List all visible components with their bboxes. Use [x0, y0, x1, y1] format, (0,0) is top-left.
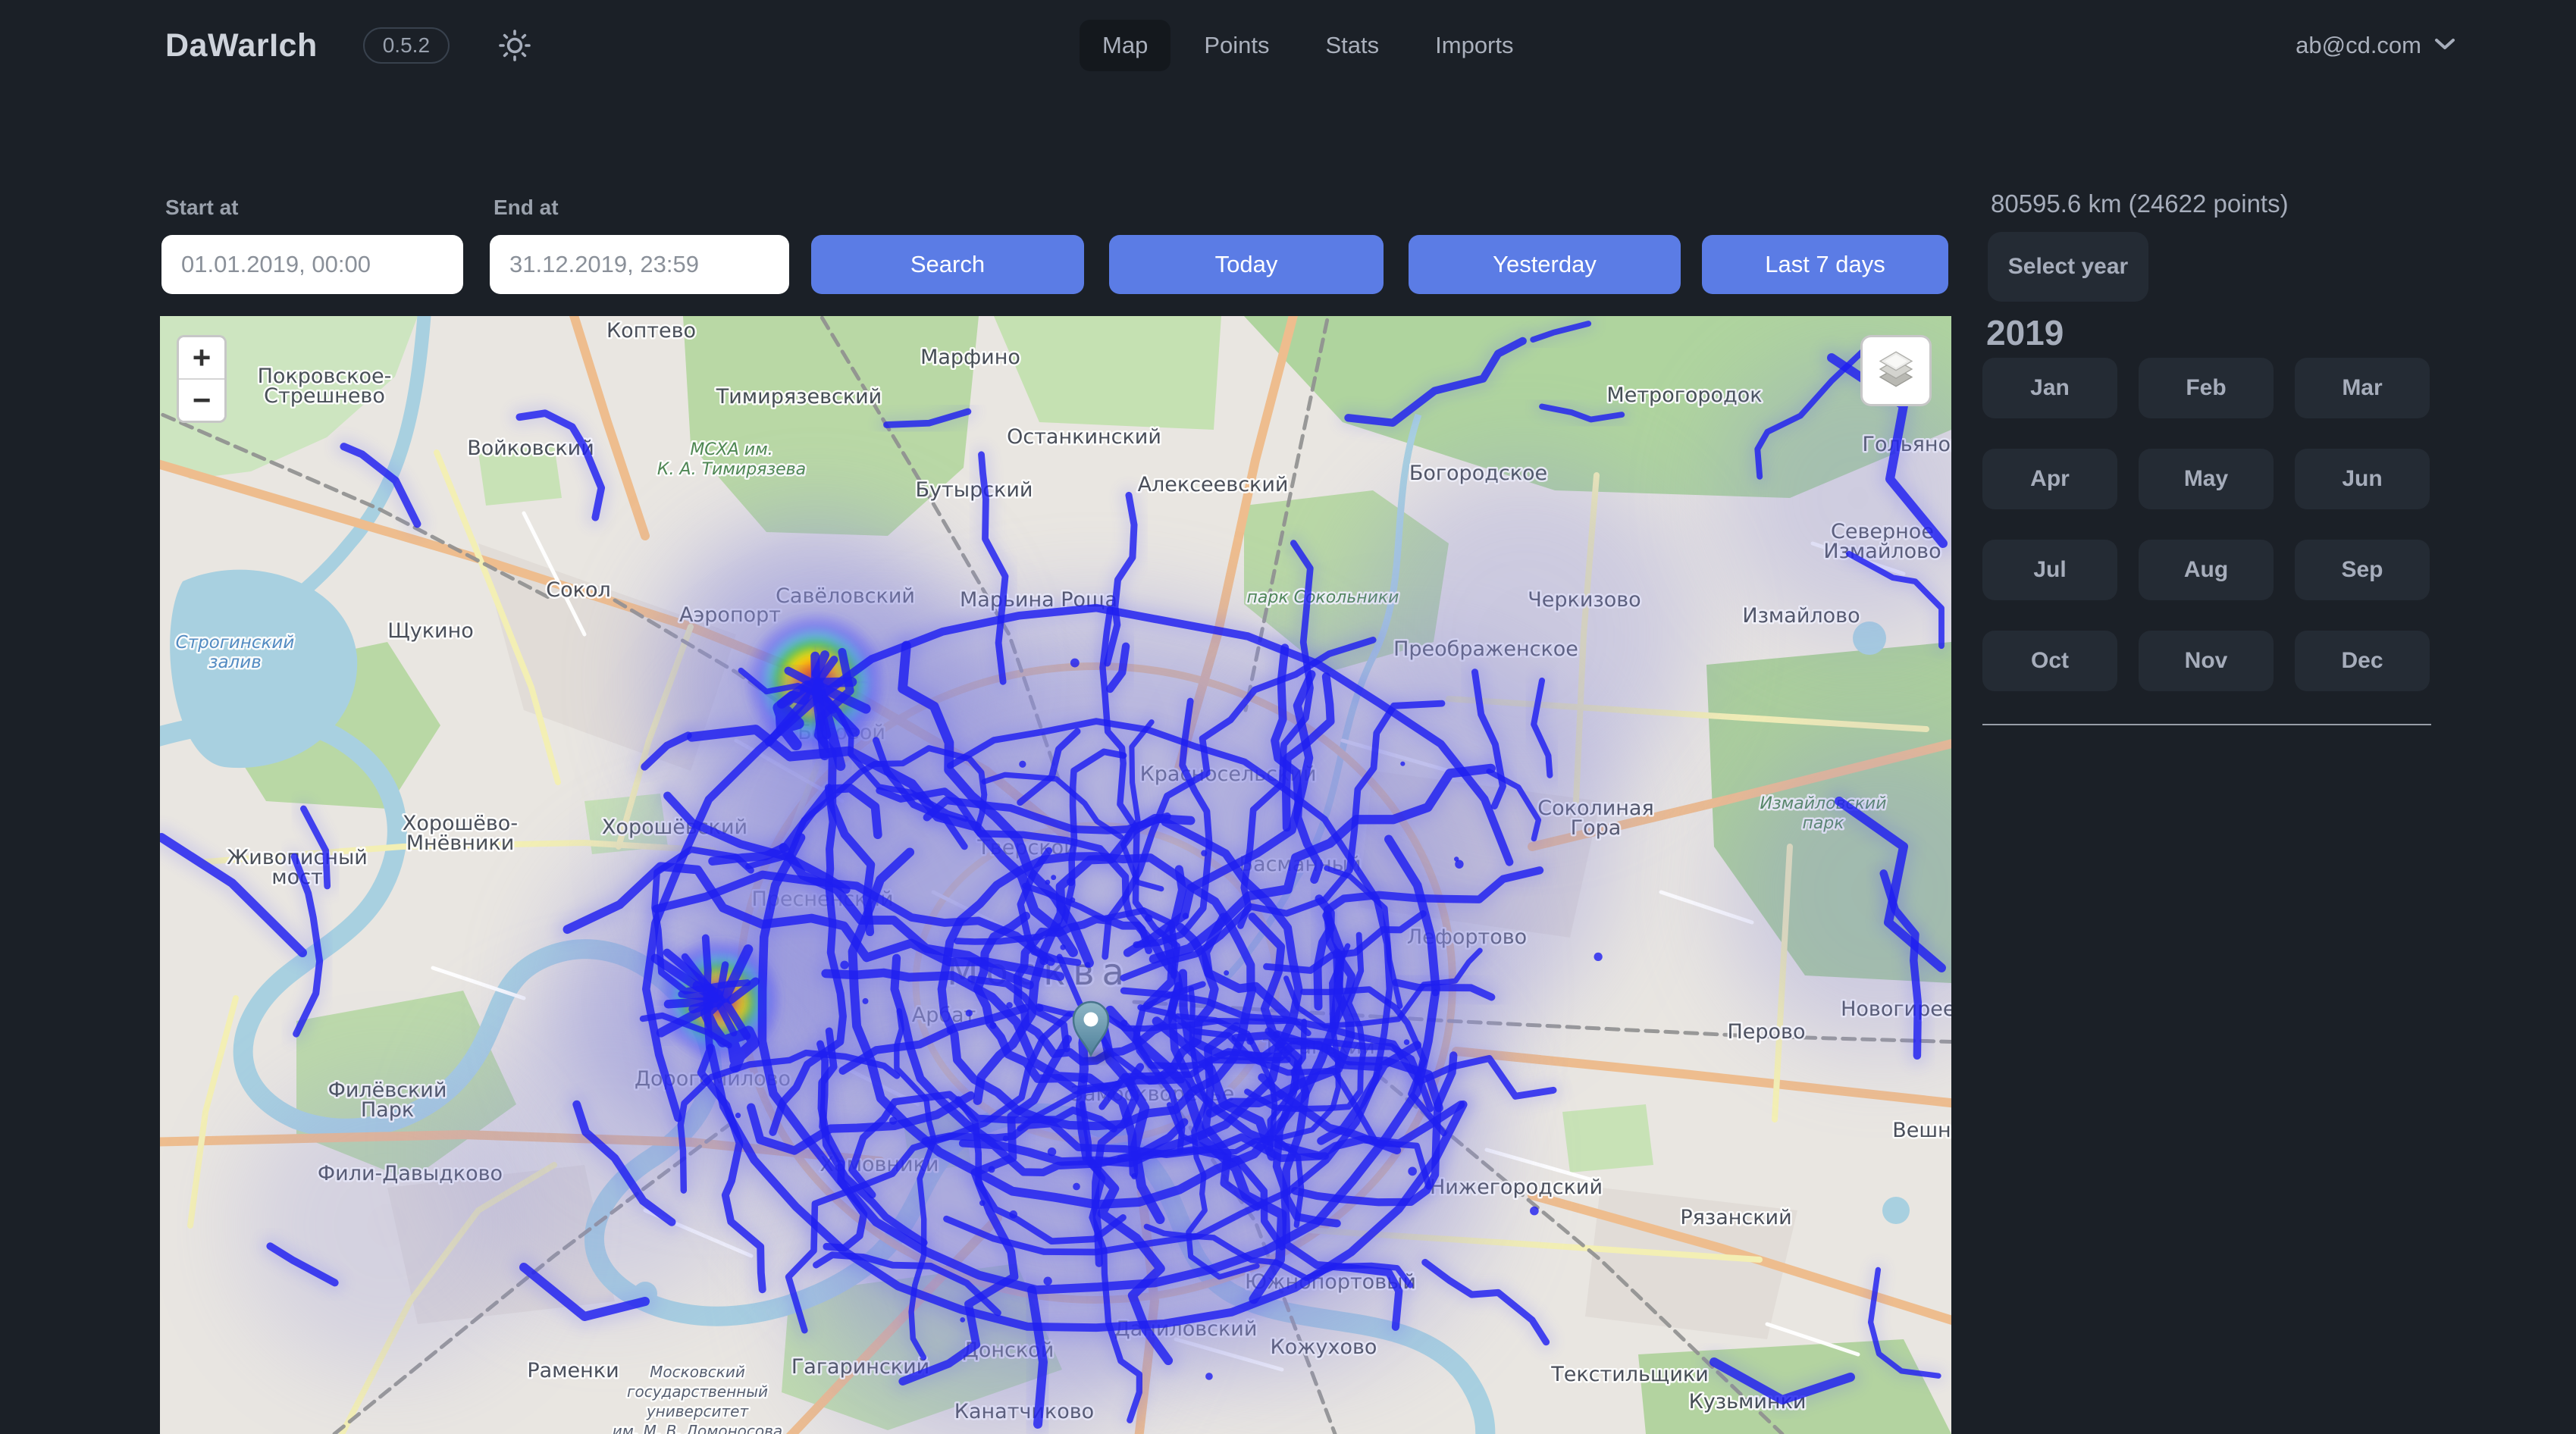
month-button-jul[interactable]: Jul	[1982, 540, 2117, 600]
zoom-control: + −	[177, 335, 227, 423]
map-canvas[interactable]: Коптево Покровское-Стрешнево Тимирязевский…	[160, 316, 1951, 1434]
tab-imports[interactable]: Imports	[1412, 20, 1536, 71]
month-button-oct[interactable]: Oct	[1982, 631, 2117, 691]
map-container[interactable]: Коптево Покровское-Стрешнево Тимирязевский…	[160, 316, 1951, 1434]
zoom-in-button[interactable]: +	[179, 337, 224, 378]
map-label: Марфино	[920, 346, 1020, 369]
today-button[interactable]: Today	[1109, 235, 1384, 294]
layers-icon	[1875, 348, 1917, 394]
map-label: Метрогородок	[1606, 384, 1762, 407]
tab-points[interactable]: Points	[1181, 20, 1292, 71]
search-button[interactable]: Search	[811, 235, 1084, 294]
start-at-label: Start at	[165, 196, 238, 220]
month-button-aug[interactable]: Aug	[2139, 540, 2274, 600]
app-logo[interactable]: DaWarIch	[165, 27, 318, 64]
yesterday-button[interactable]: Yesterday	[1409, 235, 1681, 294]
month-grid: Jan Feb Mar Apr May Jun Jul Aug Sep Oct Nov Dec	[1982, 358, 2430, 691]
month-button-feb[interactable]: Feb	[2139, 358, 2274, 418]
select-year-button[interactable]: Select year	[1988, 232, 2148, 302]
map-label: Вешняки	[1892, 1119, 1951, 1142]
map-label: Покровское-Стрешнево	[258, 365, 392, 408]
map-label: Раменки	[527, 1359, 619, 1382]
navbar: DaWarIch 0.5.2 MapPointsStatsImports ab@…	[0, 0, 2576, 91]
layers-control[interactable]	[1860, 335, 1932, 406]
month-button-dec[interactable]: Dec	[2295, 631, 2430, 691]
map-label: Рязанский	[1680, 1206, 1791, 1229]
user-menu[interactable]: ab@cd.com	[2296, 0, 2456, 91]
month-button-mar[interactable]: Mar	[2295, 358, 2430, 418]
last-7-days-button[interactable]: Last 7 days	[1702, 235, 1948, 294]
chevron-down-icon	[2433, 36, 2456, 55]
end-at-input[interactable]	[490, 235, 789, 294]
app-window: DaWarIch 0.5.2 MapPointsStatsImports ab@…	[0, 0, 2576, 1434]
map-label: Текстильщики	[1550, 1363, 1709, 1386]
month-button-nov[interactable]: Nov	[2139, 631, 2274, 691]
distance-stats: 80595.6 km (24622 points)	[1991, 189, 2289, 218]
sun-icon[interactable]	[495, 26, 534, 65]
version-badge: 0.5.2	[363, 27, 450, 64]
map-label: Коптево	[606, 319, 696, 343]
sidebar-divider	[1982, 724, 2431, 725]
user-email: ab@cd.com	[2296, 32, 2421, 59]
month-button-sep[interactable]: Sep	[2295, 540, 2430, 600]
month-button-may[interactable]: May	[2139, 449, 2274, 509]
month-button-jan[interactable]: Jan	[1982, 358, 2117, 418]
map-label: Хорошёво-Мнёвники	[403, 812, 518, 855]
start-at-input[interactable]	[161, 235, 463, 294]
zoom-out-button[interactable]: −	[179, 380, 224, 421]
brand: DaWarIch 0.5.2	[165, 0, 534, 91]
map-label: Бутырский	[916, 478, 1033, 502]
nav-tabs: MapPointsStatsImports	[1080, 0, 1537, 91]
map-label: Сокол	[546, 578, 610, 602]
map-label: Останкинский	[1007, 425, 1161, 449]
month-button-jun[interactable]: Jun	[2295, 449, 2430, 509]
map-label: Алексеевский	[1138, 473, 1289, 496]
year-heading: 2019	[1986, 312, 2064, 353]
end-at-label: End at	[494, 196, 559, 220]
map-label: Щукино	[387, 619, 474, 643]
map-label: Тимирязевский	[716, 385, 882, 409]
tab-stats[interactable]: Stats	[1302, 20, 1402, 71]
month-button-apr[interactable]: Apr	[1982, 449, 2117, 509]
tab-map[interactable]: Map	[1080, 20, 1170, 71]
